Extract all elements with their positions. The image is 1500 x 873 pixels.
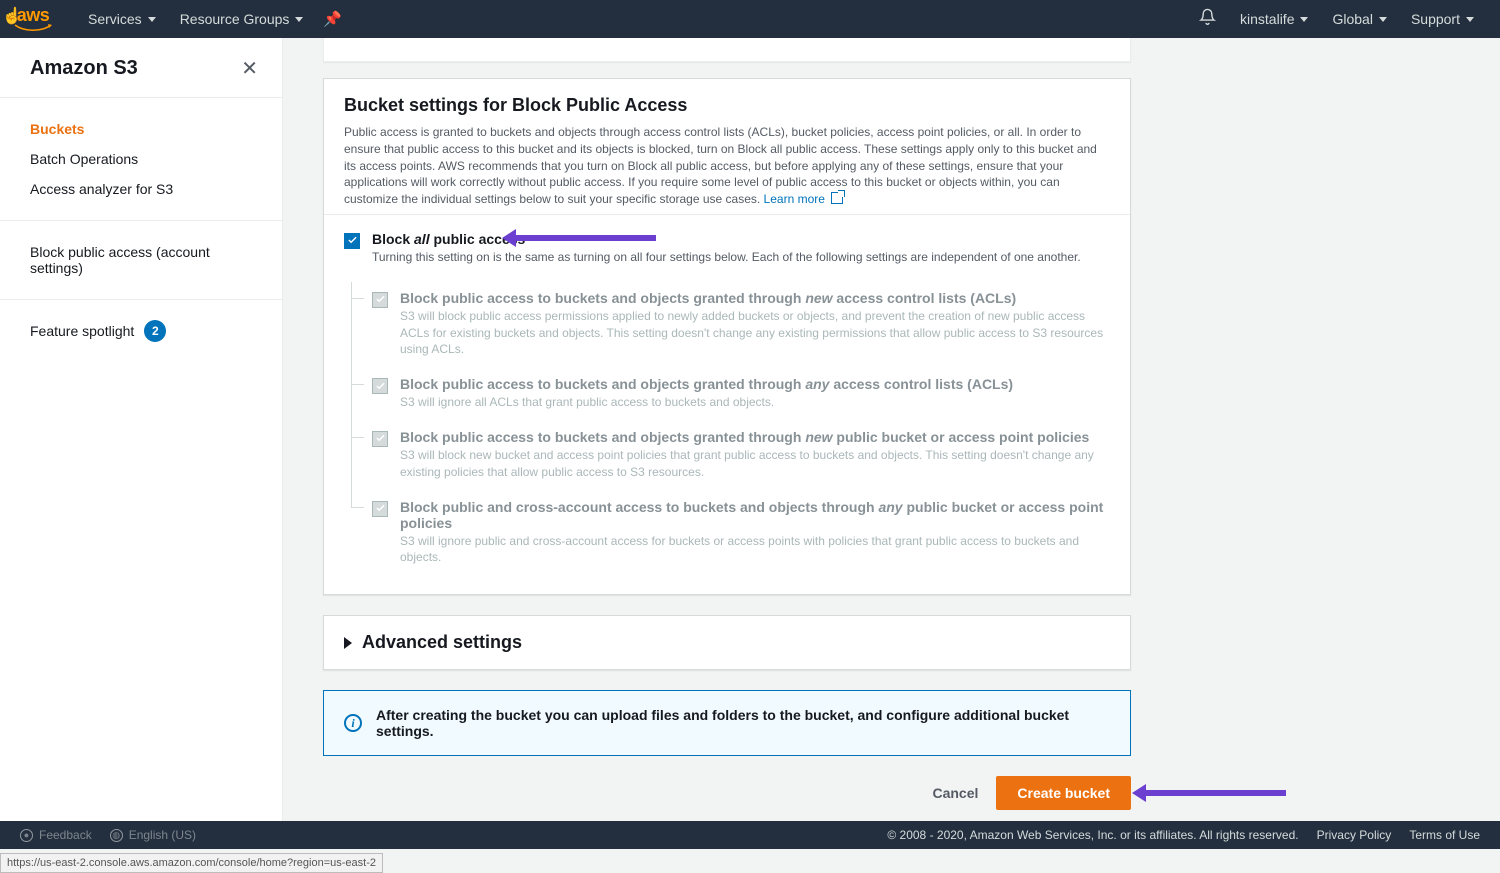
action-row: Cancel Create bucket	[323, 776, 1131, 821]
block-public-access-card: Bucket settings for Block Public Access …	[323, 78, 1131, 595]
card-heading: Bucket settings for Block Public Access	[344, 95, 1110, 116]
sidebar-item-analyzer[interactable]: Access analyzer for S3	[30, 174, 252, 204]
block-all-desc: Turning this setting on is the same as t…	[372, 249, 1110, 266]
sidebar-item-block-public[interactable]: Block public access (account settings)	[30, 237, 252, 283]
sidebar-item-buckets[interactable]: Buckets	[30, 114, 252, 144]
check-icon	[375, 294, 386, 305]
nav-region-label: Global	[1332, 11, 1372, 27]
feature-spotlight-label: Feature spotlight	[30, 323, 134, 339]
check-icon	[347, 235, 358, 246]
chevron-down-icon	[1300, 17, 1308, 22]
chevron-down-icon	[295, 17, 303, 22]
sub-settings-tree: Block public access to buckets and objec…	[351, 282, 1110, 576]
check-icon	[375, 381, 386, 392]
triangle-right-icon	[344, 637, 352, 649]
globe-icon: ◍	[110, 829, 123, 842]
create-bucket-button[interactable]: Create bucket	[996, 776, 1131, 810]
sub-setting-desc: S3 will block new bucket and access poin…	[400, 447, 1110, 481]
top-nav: aws Services Resource Groups 📌 kinstalif…	[0, 0, 1500, 38]
block-all-checkbox[interactable]	[344, 233, 360, 249]
nav-account-label: kinstalife	[1240, 11, 1294, 27]
cancel-button[interactable]: Cancel	[928, 777, 982, 809]
check-icon	[375, 503, 386, 514]
footer-privacy-link[interactable]: Privacy Policy	[1317, 828, 1392, 842]
footer-language[interactable]: ◍ English (US)	[110, 828, 196, 842]
sidebar-group-1: Buckets Batch Operations Access analyzer…	[0, 98, 282, 221]
block-all-title: Block all public access	[372, 231, 1110, 247]
external-link-icon	[831, 192, 843, 204]
nav-support[interactable]: Support	[1399, 0, 1486, 38]
sub-setting-desc: S3 will ignore all ACLs that grant publi…	[400, 394, 1110, 411]
sidebar: Amazon S3 ✕ Buckets Batch Operations Acc…	[0, 38, 283, 821]
annotation-arrow-1	[516, 235, 656, 241]
feature-spotlight-badge: 2	[144, 320, 166, 342]
nav-services[interactable]: Services	[76, 0, 168, 38]
bell-icon[interactable]	[1187, 8, 1228, 30]
sub-setting-title: Block public access to buckets and objec…	[400, 429, 1110, 445]
nav-resource-groups-label: Resource Groups	[180, 11, 290, 27]
nav-account[interactable]: kinstalife	[1228, 0, 1320, 38]
sub-setting-title: Block public access to buckets and objec…	[400, 376, 1110, 392]
sub-setting-desc: S3 will block public access permissions …	[400, 308, 1110, 358]
sidebar-group-2: Block public access (account settings)	[0, 221, 282, 300]
info-banner: i After creating the bucket you can uplo…	[323, 690, 1131, 756]
sidebar-item-batch[interactable]: Batch Operations	[30, 144, 252, 174]
sub-setting-title: Block public and cross-account access to…	[400, 499, 1110, 531]
footer-feedback[interactable]: ● Feedback	[20, 828, 92, 842]
footer-terms-link[interactable]: Terms of Use	[1409, 828, 1480, 842]
sidebar-title: Amazon S3	[30, 57, 138, 80]
nav-resource-groups[interactable]: Resource Groups	[168, 0, 316, 38]
status-bar-url: https://us-east-2.console.aws.amazon.com…	[0, 853, 383, 873]
sub-setting-desc: S3 will ignore public and cross-account …	[400, 533, 1110, 567]
card-description: Public access is granted to buckets and …	[344, 124, 1110, 208]
speech-icon: ●	[20, 829, 33, 842]
close-icon[interactable]: ✕	[241, 56, 258, 81]
pin-icon[interactable]: 📌	[315, 10, 350, 28]
nav-services-label: Services	[88, 11, 142, 27]
block-all-row: Block all public access Turning this set…	[344, 231, 1110, 266]
chevron-down-icon	[1379, 17, 1387, 22]
learn-more-link[interactable]: Learn more	[764, 192, 844, 206]
sub-setting-row: Block public access to buckets and objec…	[368, 282, 1110, 368]
nav-region[interactable]: Global	[1320, 0, 1398, 38]
previous-card-fragment	[323, 38, 1131, 62]
advanced-settings-toggle[interactable]: Advanced settings	[323, 615, 1131, 670]
chevron-down-icon	[148, 17, 156, 22]
check-icon	[375, 433, 386, 444]
sidebar-feature-spotlight[interactable]: Feature spotlight 2	[0, 300, 282, 362]
nav-support-label: Support	[1411, 11, 1460, 27]
chevron-down-icon	[1466, 17, 1474, 22]
sub-setting-row: Block public access to buckets and objec…	[368, 368, 1110, 421]
footer-copyright: © 2008 - 2020, Amazon Web Services, Inc.…	[887, 828, 1298, 842]
advanced-settings-label: Advanced settings	[362, 632, 522, 653]
sub-setting-checkbox	[372, 292, 388, 308]
annotation-arrow-2	[1146, 790, 1286, 796]
sub-setting-checkbox	[372, 378, 388, 394]
mouse-cursor: ☝	[2, 6, 22, 26]
sub-setting-checkbox	[372, 501, 388, 517]
main-content: Bucket settings for Block Public Access …	[283, 38, 1500, 821]
sub-setting-checkbox	[372, 431, 388, 447]
sub-setting-row: Block public and cross-account access to…	[368, 491, 1110, 577]
sub-setting-title: Block public access to buckets and objec…	[400, 290, 1110, 306]
info-icon: i	[344, 714, 362, 732]
sub-setting-row: Block public access to buckets and objec…	[368, 421, 1110, 491]
info-text: After creating the bucket you can upload…	[376, 707, 1110, 739]
footer: ● Feedback ◍ English (US) © 2008 - 2020,…	[0, 821, 1500, 849]
